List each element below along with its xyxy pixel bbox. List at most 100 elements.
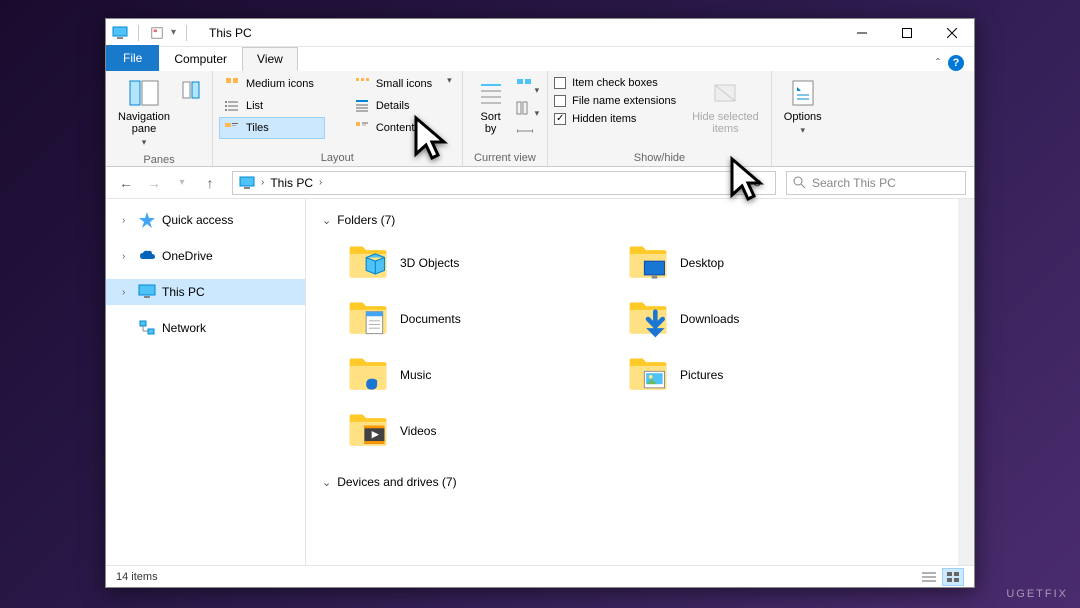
sidebar-item-quick-access[interactable]: › Quick access [106, 207, 305, 233]
ribbon-tabs: File Computer View ˆ ? [106, 47, 974, 71]
chevron-right-icon[interactable]: › [319, 177, 322, 188]
tab-computer[interactable]: Computer [159, 47, 242, 71]
ribbon-group-options: Options ▾ [772, 71, 834, 166]
pc-icon [239, 176, 255, 190]
options-button[interactable]: Options ▾ [778, 73, 828, 140]
sidebar-item-this-pc[interactable]: › This PC [106, 279, 305, 305]
layout-expand-icon[interactable]: ▾ [447, 75, 452, 86]
folder-label: Documents [400, 312, 461, 326]
layout-tiles[interactable]: Tiles [219, 117, 325, 139]
content-pane: ⌄ Folders (7) 3D Objects Desktop Documents… [306, 199, 974, 565]
group-by-button[interactable]: ▾ [515, 77, 540, 98]
qat-dropdown-icon[interactable]: ▾ [171, 27, 176, 38]
scrollbar[interactable] [958, 199, 974, 565]
sidebar-item-label: OneDrive [162, 249, 213, 263]
explorer-window: ▾ This PC File Computer View ˆ ? Navigat… [105, 18, 975, 588]
folder-label: Pictures [680, 368, 723, 382]
chevron-down-icon: ⌄ [322, 214, 331, 227]
layout-medium-icons[interactable]: Medium icons [219, 73, 325, 95]
help-icon[interactable]: ? [948, 55, 964, 71]
folder-item[interactable]: Videos [342, 405, 602, 457]
folders-header[interactable]: ⌄ Folders (7) [322, 207, 958, 233]
navigation-tree: › Quick access › OneDrive › This PC › Ne… [106, 199, 306, 565]
folder-icon [346, 297, 390, 341]
search-icon [793, 176, 806, 189]
cursor-icon [726, 155, 768, 207]
hide-selected-button: Hide selected items [686, 73, 765, 139]
add-columns-button[interactable]: ▾ [515, 100, 540, 121]
sidebar-item-onedrive[interactable]: › OneDrive [106, 243, 305, 269]
cursor-icon [410, 114, 452, 166]
folder-label: Desktop [680, 256, 724, 270]
network-icon [138, 319, 156, 337]
folder-item[interactable]: Pictures [622, 349, 882, 401]
close-button[interactable] [929, 19, 974, 47]
chevron-right-icon[interactable]: › [122, 287, 132, 298]
folder-icon [346, 409, 390, 453]
maximize-button[interactable] [884, 19, 929, 47]
preview-pane-button[interactable] [176, 73, 206, 103]
chevron-right-icon[interactable]: › [261, 177, 264, 188]
folder-item[interactable]: Documents [342, 293, 602, 345]
checkbox-item-check-boxes[interactable]: Item check boxes [554, 75, 676, 91]
minimize-button[interactable] [839, 19, 884, 47]
checkbox-hidden-items[interactable]: Hidden items [554, 111, 676, 127]
folder-label: Downloads [680, 312, 739, 326]
folder-icon [346, 241, 390, 285]
ribbon: Navigation pane ▾ Panes Medium icons Lis… [106, 71, 974, 167]
size-columns-button[interactable] [515, 123, 540, 144]
folder-item[interactable]: Music [342, 349, 602, 401]
titlebar: ▾ This PC [106, 19, 974, 47]
layout-small-icons[interactable]: Small icons [349, 73, 443, 95]
recent-dropdown-icon[interactable]: ▾ [170, 171, 194, 195]
checkbox-file-extensions[interactable]: File name extensions [554, 93, 676, 109]
pc-icon [138, 283, 156, 301]
drives-header[interactable]: ⌄ Devices and drives (7) [322, 469, 958, 495]
sidebar-item-label: Network [162, 321, 206, 335]
up-button[interactable]: ↑ [198, 171, 222, 195]
options-icon [787, 77, 819, 109]
sidebar-item-network[interactable]: › Network [106, 315, 305, 341]
back-button[interactable]: ← [114, 171, 138, 195]
search-input[interactable]: Search This PC [786, 171, 966, 195]
qat-properties-icon[interactable] [149, 26, 165, 40]
navigation-pane-icon [128, 77, 160, 109]
ribbon-group-current-view: Sort by ▾ ▾ Current view [463, 71, 549, 166]
watermark: UGETFIX [1006, 588, 1068, 600]
hide-selected-icon [709, 77, 741, 109]
statusbar: 14 items [106, 565, 974, 587]
cloud-icon [138, 247, 156, 265]
navigation-pane-button[interactable]: Navigation pane ▾ [112, 73, 176, 152]
layout-list[interactable]: List [219, 95, 325, 117]
tab-file[interactable]: File [106, 45, 159, 71]
sort-icon [475, 77, 507, 109]
sidebar-item-label: This PC [162, 285, 205, 299]
this-pc-icon [112, 26, 128, 40]
folder-label: Music [400, 368, 431, 382]
chevron-right-icon[interactable]: › [122, 251, 132, 262]
folder-item[interactable]: 3D Objects [342, 237, 602, 289]
main-area: › Quick access › OneDrive › This PC › Ne… [106, 199, 974, 565]
details-view-button[interactable] [918, 568, 940, 586]
folder-item[interactable]: Desktop [622, 237, 882, 289]
item-count: 14 items [116, 571, 158, 583]
ribbon-group-panes: Navigation pane ▾ Panes [106, 71, 213, 166]
folder-label: 3D Objects [400, 256, 459, 270]
folder-icon [626, 297, 670, 341]
forward-button[interactable]: → [142, 171, 166, 195]
sort-by-button[interactable]: Sort by [469, 73, 513, 139]
breadcrumb[interactable]: This PC [270, 176, 313, 190]
address-field[interactable]: › This PC › ⌄ ↻ [232, 171, 776, 195]
tab-view[interactable]: View [242, 47, 298, 71]
sidebar-item-label: Quick access [162, 213, 233, 227]
ribbon-group-show-hide: Item check boxes File name extensions Hi… [548, 71, 772, 166]
chevron-down-icon: ⌄ [322, 476, 331, 489]
large-icons-view-button[interactable] [942, 568, 964, 586]
collapse-ribbon-icon[interactable]: ˆ [936, 56, 940, 70]
star-icon [138, 211, 156, 229]
window-title: This PC [209, 26, 252, 40]
chevron-right-icon[interactable]: › [122, 215, 132, 226]
folder-item[interactable]: Downloads [622, 293, 882, 345]
folder-label: Videos [400, 424, 436, 438]
folder-icon [626, 353, 670, 397]
